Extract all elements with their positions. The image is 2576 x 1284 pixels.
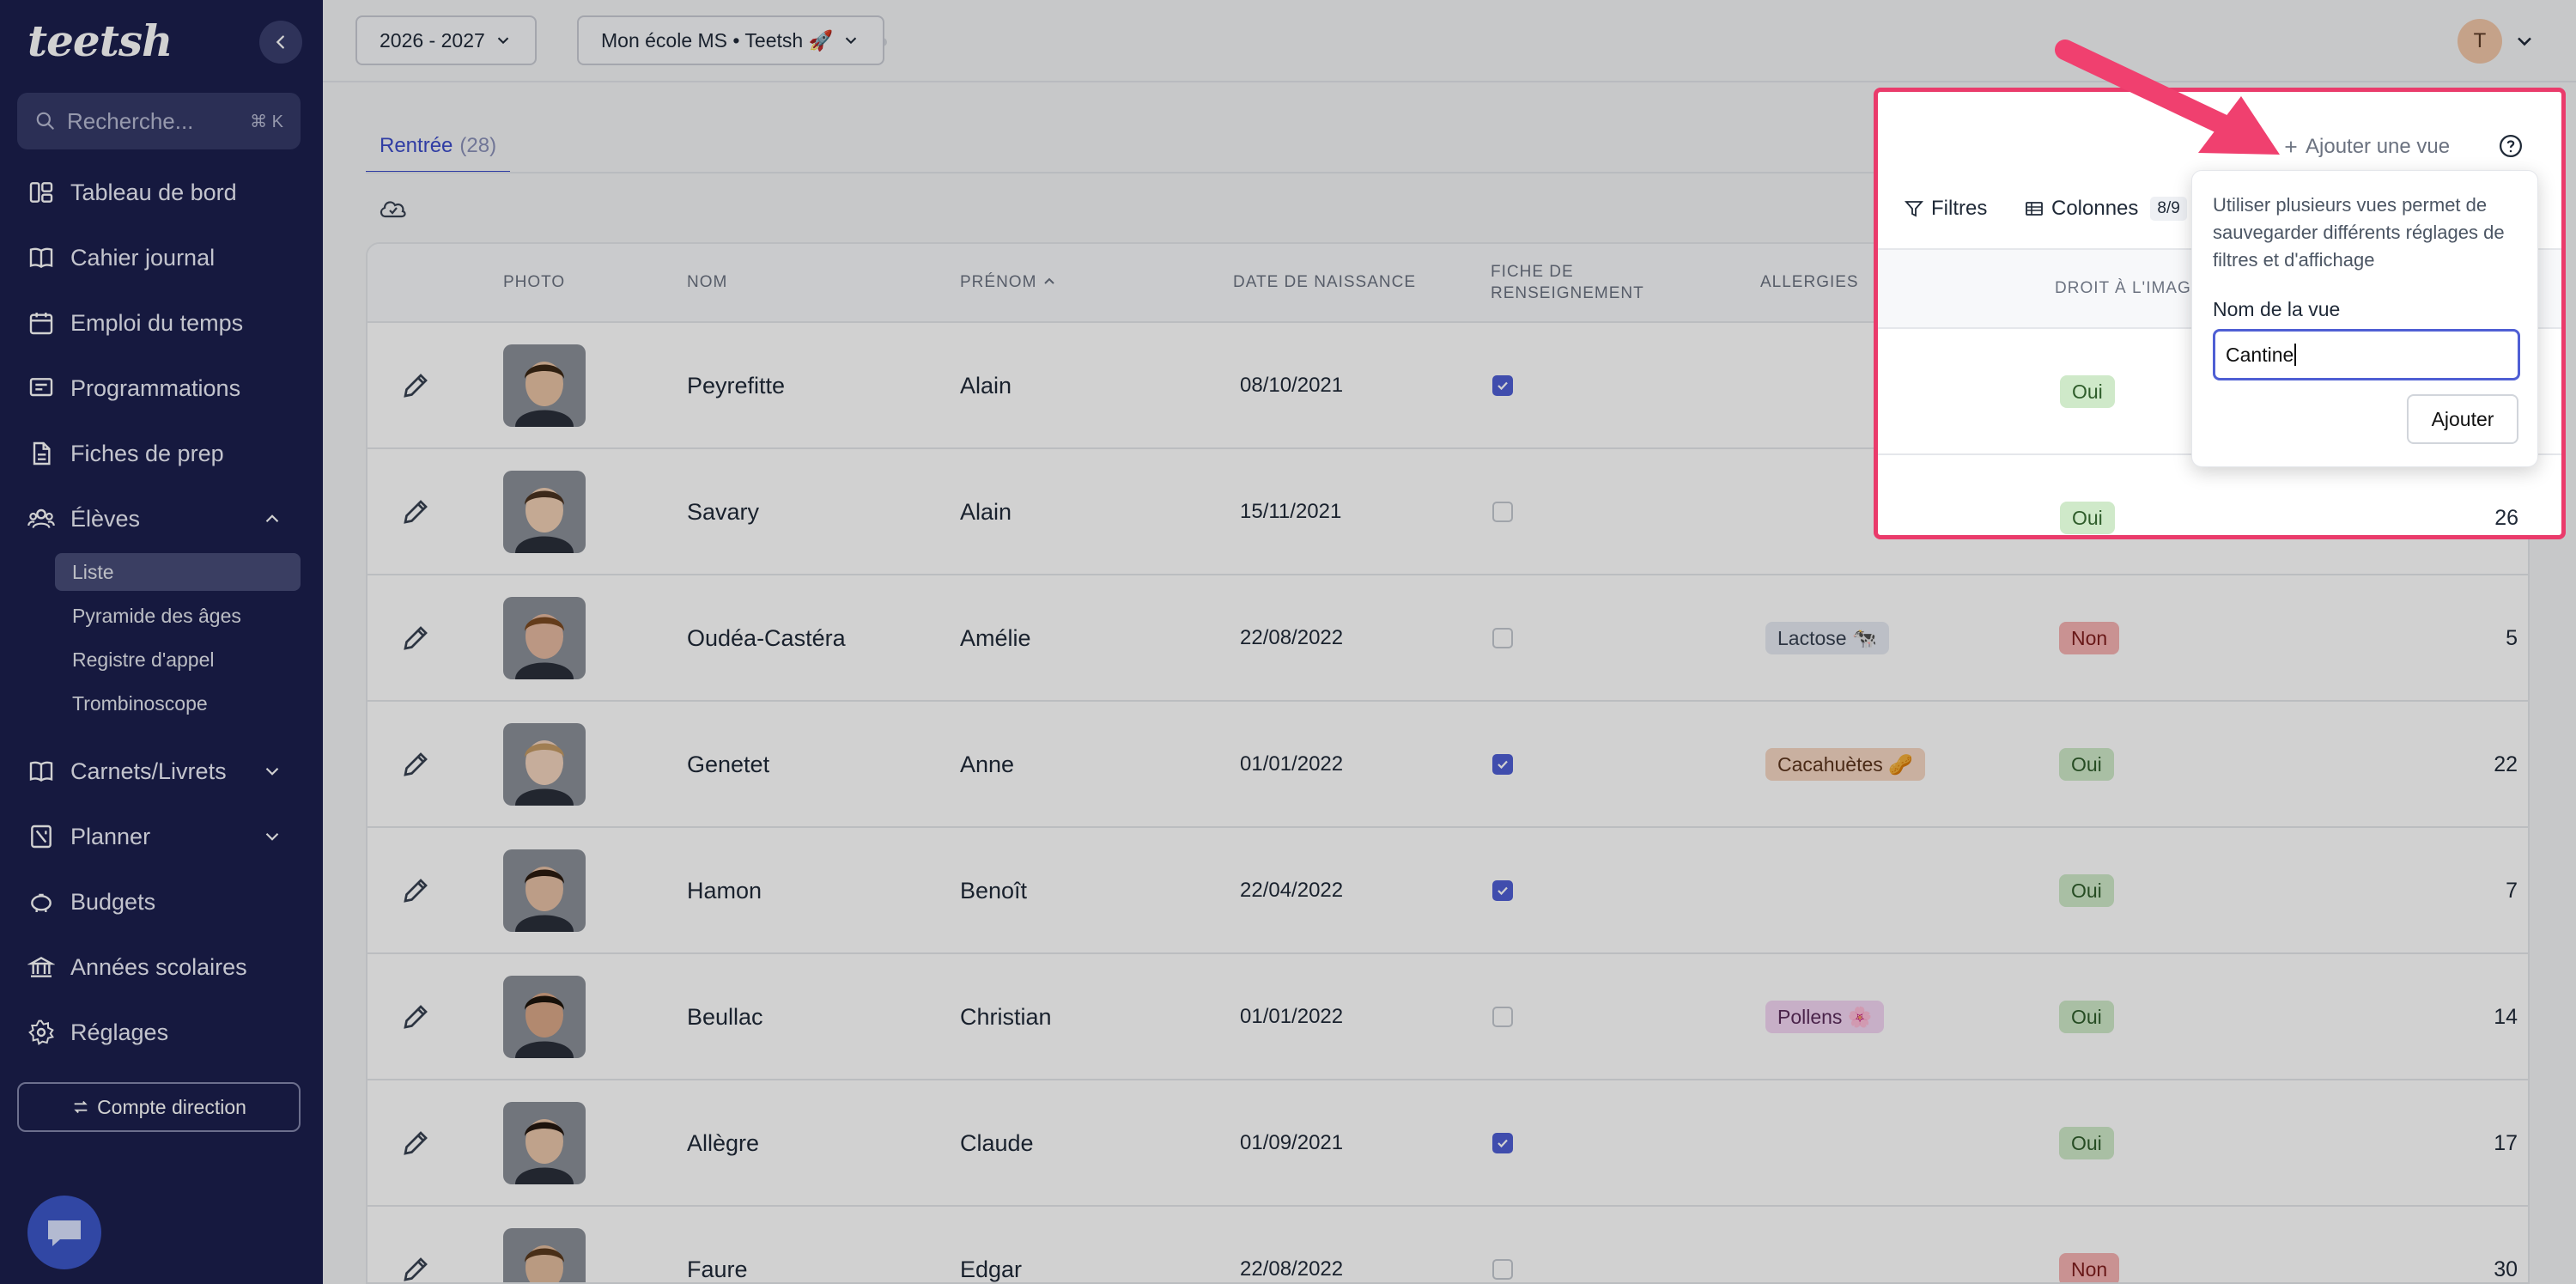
filter-icon [1905, 201, 1923, 217]
view-name-value: Cantine [2226, 343, 2294, 366]
columns-label: Colonnes [2051, 197, 2139, 220]
add-view-button[interactable]: Ajouter une vue [2281, 135, 2450, 159]
view-name-label: Nom de la vue [2213, 298, 2341, 320]
text-caret [2294, 344, 2297, 366]
table-columns-icon [2026, 202, 2043, 216]
droit-cell: Oui [2060, 455, 2115, 535]
columns-button[interactable]: Colonnes 8/9 [2024, 197, 2187, 221]
header-droit-image: DROIT À L'IMAG [2055, 279, 2191, 297]
popover-description: Utiliser plusieurs vues permet de sauveg… [2213, 194, 2505, 271]
add-view-label: Ajouter une vue [2306, 135, 2451, 158]
ajouter-button[interactable]: Ajouter [2407, 394, 2518, 444]
view-name-input[interactable]: Cantine [2213, 329, 2520, 380]
status-badge: Oui [2060, 375, 2115, 408]
status-badge: Oui [2060, 502, 2115, 534]
number-cell: 26 [2494, 505, 2518, 530]
table-row: Oui 26 [1878, 455, 2561, 535]
add-view-popover: Utiliser plusieurs vues permet de sauveg… [2191, 170, 2538, 467]
filters-button[interactable]: Filtres [1904, 197, 1987, 221]
filters-label: Filtres [1931, 197, 1988, 220]
droit-cell: Oui [2060, 329, 2115, 454]
help-icon[interactable] [2498, 133, 2524, 159]
plus-icon [2285, 141, 2297, 153]
columns-count-badge: 8/9 [2150, 197, 2187, 221]
